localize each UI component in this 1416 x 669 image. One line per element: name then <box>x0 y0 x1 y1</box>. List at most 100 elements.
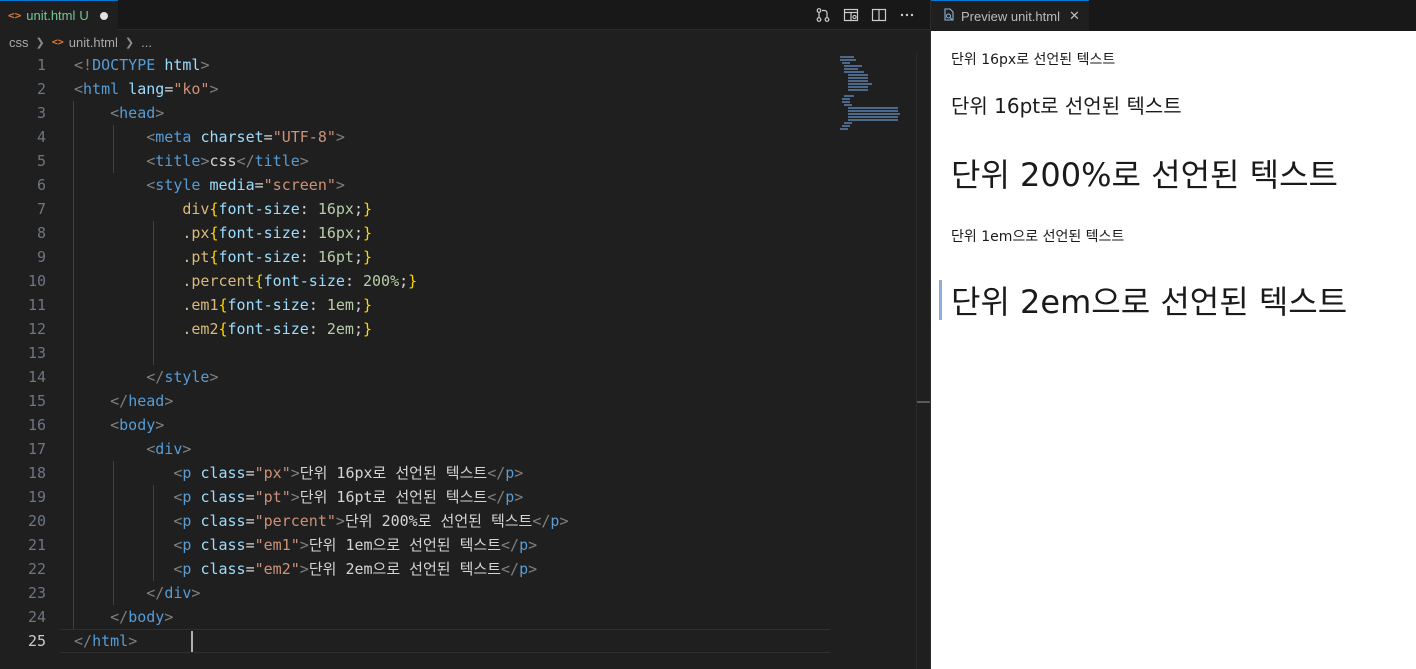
minimap-line <box>844 68 858 70</box>
indent-guide <box>153 485 154 581</box>
line-number[interactable]: 17 <box>0 437 60 461</box>
line-number[interactable]: 3 <box>0 101 60 125</box>
text-cursor <box>191 631 193 652</box>
source-control-icon[interactable] <box>814 6 832 24</box>
line-number[interactable]: 5 <box>0 149 60 173</box>
indent-guide <box>113 125 114 173</box>
code-token: > <box>514 488 524 506</box>
line-number[interactable]: 8 <box>0 221 60 245</box>
line-number[interactable]: 23 <box>0 581 60 605</box>
line-number[interactable]: 11 <box>0 293 60 317</box>
code-line[interactable]: <style media="screen"> <box>74 173 834 197</box>
code-line[interactable]: </html> <box>74 629 834 653</box>
line-number[interactable]: 24 <box>0 605 60 629</box>
line-number[interactable]: 6 <box>0 173 60 197</box>
code-line[interactable] <box>74 341 834 365</box>
code-editor-pane[interactable]: <> unit.html U css ❯ <> unit.html ❯ ... <box>0 0 931 669</box>
code-token: > <box>528 536 538 554</box>
line-number[interactable]: 12 <box>0 317 60 341</box>
code-area[interactable]: <!DOCTYPE html> <html lang="ko"> <head> <… <box>74 53 834 653</box>
code-line[interactable]: .percent{font-size: 200%;} <box>74 269 834 293</box>
line-number[interactable]: 4 <box>0 125 60 149</box>
code-token: { <box>209 200 219 218</box>
open-preview-icon[interactable] <box>842 6 860 24</box>
close-icon[interactable]: ✕ <box>1069 8 1080 24</box>
code-token: > <box>528 560 538 578</box>
code-token: p <box>519 560 529 578</box>
code-token: html <box>92 632 129 650</box>
code-line[interactable]: <p class="px">단위 16px로 선언된 텍스트</p> <box>74 461 834 485</box>
code-line[interactable]: <meta charset="UTF-8"> <box>74 125 834 149</box>
minimap-line <box>840 56 854 58</box>
line-number[interactable]: 7 <box>0 197 60 221</box>
line-number[interactable]: 14 <box>0 365 60 389</box>
breadcrumb-file[interactable]: unit.html <box>69 35 118 50</box>
code-line[interactable]: </head> <box>74 389 834 413</box>
code-token: media <box>209 176 255 194</box>
line-number[interactable]: 21 <box>0 533 60 557</box>
code-line[interactable]: </style> <box>74 365 834 389</box>
line-number[interactable]: 13 <box>0 341 60 365</box>
code-line[interactable]: div{font-size: 16px;} <box>74 197 834 221</box>
code-line[interactable]: .em2{font-size: 2em;} <box>74 317 834 341</box>
tab-unit-html[interactable]: <> unit.html U <box>0 0 118 30</box>
untracked-badge: U <box>79 8 89 23</box>
indent-guide <box>73 101 74 629</box>
code-token: 16px <box>317 224 354 242</box>
tab-preview-unit-html[interactable]: Preview unit.html ✕ <box>931 0 1089 31</box>
line-number[interactable]: 9 <box>0 245 60 269</box>
code-token: 단위 16px로 선언된 텍스트 <box>299 464 488 482</box>
line-number[interactable]: 15 <box>0 389 60 413</box>
line-number[interactable]: 16 <box>0 413 60 437</box>
line-number[interactable]: 20 <box>0 509 60 533</box>
code-line[interactable]: <title>css</title> <box>74 149 834 173</box>
code-line[interactable]: .em1{font-size: 1em;} <box>74 293 834 317</box>
code-token: ; <box>353 224 363 242</box>
code-line[interactable]: </div> <box>74 581 834 605</box>
code-line[interactable]: <div> <box>74 437 834 461</box>
code-line[interactable]: <p class="pt">단위 16pt로 선언된 텍스트</p> <box>74 485 834 509</box>
code-token: </ <box>110 392 129 410</box>
code-line[interactable]: <p class="em1">단위 1em으로 선언된 텍스트</p> <box>74 533 834 557</box>
minimap-line <box>840 128 848 130</box>
unsaved-dot-icon[interactable] <box>99 11 108 20</box>
code-token: </ <box>236 152 255 170</box>
code-token: } <box>363 248 373 266</box>
code-line[interactable]: <body> <box>74 413 834 437</box>
code-token: <! <box>74 56 93 74</box>
split-editor-icon[interactable] <box>870 6 888 24</box>
code-line[interactable]: .px{font-size: 16px;} <box>74 221 834 245</box>
line-number[interactable]: 22 <box>0 557 60 581</box>
vertical-scrollbar[interactable] <box>916 53 931 669</box>
code-line[interactable]: <p class="em2">단위 2em으로 선언된 텍스트</p> <box>74 557 834 581</box>
code-token: : <box>308 296 327 314</box>
breadcrumb-symbol[interactable]: ... <box>141 35 152 50</box>
code-line[interactable]: .pt{font-size: 16pt;} <box>74 245 834 269</box>
code-line[interactable]: <head> <box>74 101 834 125</box>
code-token: class <box>200 512 246 530</box>
line-number[interactable]: 2 <box>0 77 60 101</box>
code-line[interactable]: </body> <box>74 605 834 629</box>
code-token: "screen" <box>263 176 336 194</box>
code-token: body <box>128 608 165 626</box>
more-actions-icon[interactable] <box>898 6 916 24</box>
line-number[interactable]: 19 <box>0 485 60 509</box>
line-number[interactable]: 10 <box>0 269 60 293</box>
code-line[interactable]: <p class="percent">단위 200%로 선언된 텍스트</p> <box>74 509 834 533</box>
line-number[interactable]: 1 <box>0 53 60 77</box>
line-number[interactable]: 25 <box>0 629 60 653</box>
code-token: title <box>155 152 201 170</box>
code-line[interactable]: <html lang="ko"> <box>74 77 834 101</box>
code-token: "px" <box>254 464 291 482</box>
minimap-line <box>842 98 850 100</box>
code-token: p <box>519 536 529 554</box>
breadcrumb-folder[interactable]: css <box>9 35 29 50</box>
code-token: body <box>119 416 156 434</box>
code-line[interactable]: <!DOCTYPE html> <box>74 53 834 77</box>
code-token: = <box>245 560 255 578</box>
minimap[interactable] <box>838 53 916 669</box>
code-token: > <box>335 176 345 194</box>
line-number[interactable]: 18 <box>0 461 60 485</box>
